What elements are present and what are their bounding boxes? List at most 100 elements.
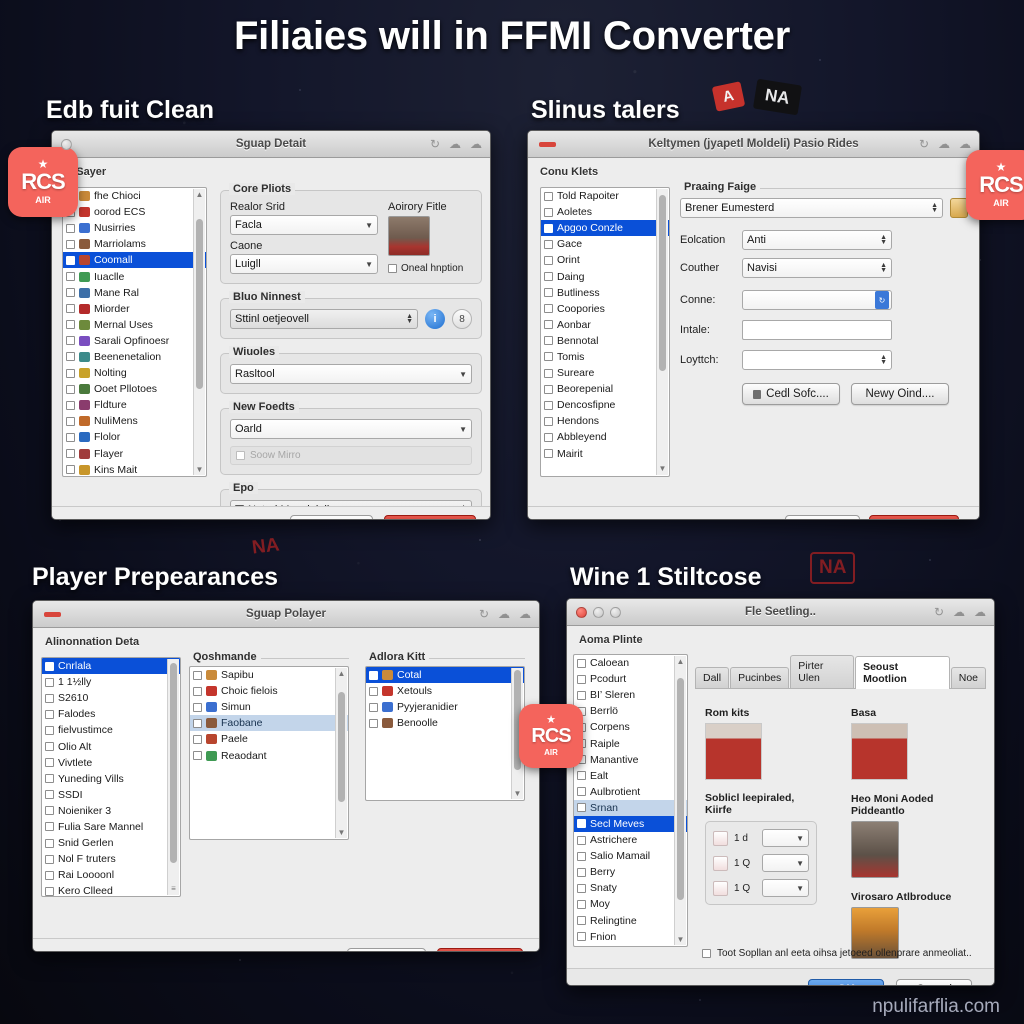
list-item[interactable]: Berry [574, 864, 687, 880]
list-item-checkbox[interactable] [577, 674, 586, 684]
scroll-thumb[interactable] [338, 692, 345, 802]
list-item-checkbox[interactable] [544, 320, 553, 330]
list-item-checkbox[interactable] [544, 432, 553, 442]
list-item[interactable]: Aonbar [541, 317, 669, 333]
titlebar-2[interactable]: Keltymen (jyapetl Moldeli) Pasio Rides ↻… [528, 131, 979, 158]
list-item[interactable]: Mane Ral [63, 285, 206, 301]
secondary-button[interactable]: elZ [785, 515, 860, 519]
list-item[interactable]: Mairit [541, 446, 669, 462]
stepper-icon[interactable]: ▲▼ [880, 354, 887, 366]
kit-row[interactable]: 1 Q ▼ [713, 854, 809, 872]
list-item-checkbox[interactable] [544, 449, 553, 459]
list-item[interactable]: Nol F truters [42, 851, 180, 867]
list-item[interactable]: Miorder [63, 301, 206, 317]
list-item-checkbox[interactable] [544, 255, 553, 265]
list-item[interactable]: 1 1½lly [42, 674, 180, 690]
cancel-button[interactable]: Cancel [290, 515, 373, 519]
list-item[interactable]: fielvustimce [42, 722, 180, 738]
list-item[interactable]: Kero Clleed [42, 883, 180, 896]
list-item-checkbox[interactable] [45, 677, 54, 687]
ok-button[interactable]: OK [808, 979, 884, 985]
stepper-icon[interactable]: ▲▼ [406, 313, 413, 325]
list-item-checkbox[interactable] [544, 416, 553, 426]
wiuoles-select[interactable]: Rasltool ▼ [230, 364, 472, 384]
list-item[interactable]: Salio Mamail [574, 848, 687, 864]
titlebar-actions-2[interactable]: ↻ ☁ ☁ [919, 137, 971, 151]
scroll-up-icon[interactable]: ▲ [336, 669, 347, 678]
kit-row[interactable]: 1 d ▼ [713, 829, 809, 847]
list-item[interactable]: Vivtlete [42, 755, 180, 771]
close-dot-icon[interactable] [576, 606, 587, 618]
list-item-checkbox[interactable] [45, 838, 54, 848]
list-item-checkbox[interactable] [66, 400, 75, 410]
lookup-icon[interactable]: ↻ [875, 291, 889, 309]
list-item-checkbox[interactable] [544, 304, 553, 314]
field-input-1[interactable]: Navisi ▲ ▼ [742, 258, 892, 278]
list-item-checkbox[interactable] [66, 223, 75, 233]
done-button[interactable]: Ove [437, 948, 523, 951]
scrollbar-2[interactable]: ▼ [656, 189, 668, 475]
list-item[interactable]: Reaodant [190, 747, 348, 763]
list-item-checkbox[interactable] [544, 384, 553, 394]
list-item-checkbox[interactable] [577, 899, 586, 909]
list-item[interactable]: Raiple [574, 735, 687, 751]
list-item[interactable]: Daing [541, 268, 669, 284]
stepper-icon[interactable]: ▲▼ [880, 234, 887, 246]
list-item[interactable]: fhe Chioci [63, 188, 206, 204]
parts-list[interactable]: Caloean Pcodurt BI’ Sleren Berrlö Corpens Rai… [573, 654, 688, 947]
field-input-0[interactable]: Anti ▲ ▼ [742, 230, 892, 250]
list-item[interactable]: Butliness [541, 285, 669, 301]
list-item[interactable]: Bennotal [541, 333, 669, 349]
list-item[interactable]: Benoolle [366, 715, 524, 731]
list-item[interactable]: Fnion [574, 929, 687, 945]
field-input-3[interactable] [742, 320, 892, 340]
list-item-checkbox[interactable] [577, 819, 586, 829]
info-button[interactable]: i [425, 309, 445, 329]
list-item[interactable]: Orint [541, 252, 669, 268]
kit-list[interactable]: Cotal Xetouls Pyyjeranidier Benoolle ▼ [365, 666, 525, 801]
stepper-icon[interactable]: ▲▼ [880, 262, 887, 274]
list-item-checkbox[interactable] [369, 702, 378, 712]
scroll-thumb[interactable] [677, 678, 684, 900]
titlebar-actions-3[interactable]: ↻ ☁ ☁ [479, 607, 531, 621]
list-item[interactable]: Moy [574, 896, 687, 912]
cloud-icon[interactable]: ☁ [498, 607, 510, 621]
praaing-faige-select[interactable]: Brener Eumesterd ▲ ▼ [680, 198, 943, 218]
caone-select[interactable]: Luigll ▼ [230, 254, 378, 274]
list-item[interactable]: Noieniker 3 [42, 803, 180, 819]
realor-srid-select[interactable]: Facla ▼ [230, 215, 378, 235]
list-item-checkbox[interactable] [66, 432, 75, 442]
list-item[interactable]: Gace [541, 236, 669, 252]
list-item[interactable]: Aoletes [541, 204, 669, 220]
scroll-down-icon[interactable]: ▼ [675, 935, 686, 944]
add-button[interactable]: Alod [347, 948, 426, 951]
cloud-icon[interactable]: ☁ [938, 137, 950, 151]
list-item-checkbox[interactable] [577, 867, 586, 877]
cloud-icon[interactable]: ☁ [953, 605, 965, 619]
new-foedts-select[interactable]: Oarld ▼ [230, 419, 472, 439]
list-item[interactable]: Cnrlala [42, 658, 180, 675]
list-item-checkbox[interactable] [45, 709, 54, 719]
window-controls-1[interactable] [61, 138, 72, 150]
list-item-checkbox[interactable] [577, 883, 586, 893]
list-item-checkbox[interactable] [66, 384, 75, 394]
tab-0[interactable]: Dall [695, 667, 730, 688]
list-item[interactable]: Corpens [574, 719, 687, 735]
stepper-icon[interactable]: ▲▼ [931, 202, 938, 214]
list-item[interactable]: Relingtine [574, 913, 687, 929]
list-item-checkbox[interactable] [66, 368, 75, 378]
refresh-icon[interactable]: ↻ [479, 607, 489, 621]
scroll-down-icon[interactable]: ▼ [512, 789, 523, 798]
minimize-dash-icon[interactable] [539, 141, 556, 147]
cloud2-icon[interactable]: ☁ [519, 607, 531, 621]
titlebar-actions-1[interactable]: ↻ ☁ ☁ [430, 137, 482, 151]
list-item[interactable]: Paele [190, 731, 348, 747]
list-item[interactable]: Hendons [541, 413, 669, 429]
list-item-checkbox[interactable] [45, 758, 54, 768]
list-item-checkbox[interactable] [45, 774, 54, 784]
list-item-checkbox[interactable] [45, 806, 54, 816]
titlebar-1[interactable]: Sguap Detait ↻ ☁ ☁ [52, 131, 490, 158]
new-kit-button[interactable]: Newy Oind.... [851, 383, 949, 405]
refresh-icon[interactable]: ↻ [934, 605, 944, 619]
list-item[interactable]: Astrichere [574, 832, 687, 848]
